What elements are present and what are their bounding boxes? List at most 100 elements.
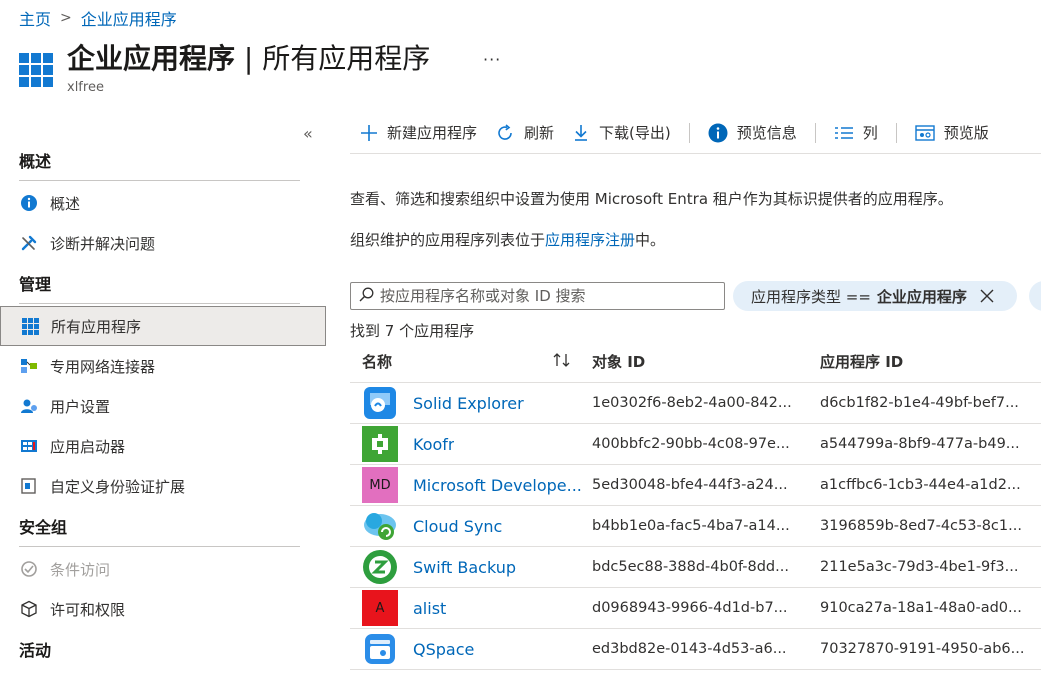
user-settings-icon bbox=[19, 396, 39, 416]
table-header: 名称 对象 ID 应用程序 ID bbox=[350, 341, 1041, 383]
sidebar-group-overview: 概述 bbox=[19, 152, 52, 171]
solid-explorer-logo bbox=[362, 385, 398, 421]
object-id-cell: bdc5ec88-388d-4b0f-8dd... bbox=[592, 559, 789, 575]
result-count: 找到 7 个应用程序 bbox=[350, 322, 475, 340]
app-id-cell: a1cffbc6-1cb3-44e4-a1d2... bbox=[820, 477, 1021, 493]
column-header-app-id[interactable]: 应用程序 ID bbox=[820, 351, 1041, 372]
download-icon bbox=[572, 124, 590, 142]
search-input[interactable] bbox=[380, 287, 700, 305]
table-row[interactable]: Solid Explorer 1e0302f6-8eb2-4a00-842...… bbox=[350, 383, 1041, 424]
table-row[interactable]: Swift Backup bdc5ec88-388d-4b0f-8dd... 2… bbox=[350, 547, 1041, 588]
alist-initial-logo: A bbox=[362, 590, 398, 626]
divider bbox=[19, 180, 300, 181]
qspace-logo bbox=[362, 631, 398, 667]
apps-table: 名称 对象 ID 应用程序 ID Solid Explorer 1e0302f6… bbox=[350, 341, 1041, 670]
table-row[interactable]: MD Microsoft Develope... 5ed30048-bfe4-4… bbox=[350, 465, 1041, 506]
sidebar-item-custom-auth[interactable]: 自定义身份验证扩展 bbox=[0, 466, 326, 506]
search-box bbox=[350, 282, 725, 310]
preview-features-icon bbox=[915, 124, 935, 142]
search-icon bbox=[359, 287, 374, 306]
breadcrumb-home-link[interactable]: 主页 bbox=[19, 6, 51, 30]
app-name-link[interactable]: Koofr bbox=[413, 435, 454, 454]
sidebar-group-manage: 管理 bbox=[19, 275, 52, 294]
download-label: 下载(导出) bbox=[599, 124, 671, 142]
cloud-sync-logo bbox=[362, 508, 398, 544]
table-row[interactable]: Koofr 400bbfc2-90bb-4c08-97e... a544799a… bbox=[350, 424, 1041, 465]
refresh-button[interactable]: 刷新 bbox=[495, 122, 572, 143]
sidebar-item-permissions[interactable]: 许可和权限 bbox=[0, 589, 326, 629]
app-id-cell: d6cb1f82-b1e4-49bf-bef7... bbox=[820, 395, 1019, 411]
download-button[interactable]: 下载(导出) bbox=[572, 122, 689, 143]
table-row[interactable]: A alist d0968943-9966-4d1d-b7... 910ca27… bbox=[350, 588, 1041, 629]
page-description: 查看、筛选和搜索组织中设置为使用 Microsoft Entra 租户作为其标识… bbox=[350, 190, 953, 208]
app-name-link[interactable]: Swift Backup bbox=[413, 558, 516, 577]
sidebar-item-label: 所有应用程序 bbox=[51, 317, 142, 336]
filter-pill-app-type[interactable]: 应用程序类型 == 企业应用程序 bbox=[733, 281, 1017, 311]
columns-button[interactable]: 列 bbox=[834, 122, 896, 143]
sidebar-item-overview[interactable]: 概述 bbox=[0, 183, 326, 223]
info-icon bbox=[708, 123, 728, 143]
page-title: 企业应用程序 | 所有应用程序 bbox=[67, 42, 431, 75]
app-id-cell: 910ca27a-18a1-48a0-ad0... bbox=[820, 600, 1022, 616]
cube-icon bbox=[19, 599, 39, 619]
sidebar-item-conditional-access[interactable]: 条件访问 bbox=[0, 549, 326, 589]
sidebar-item-label: 专用网络连接器 bbox=[50, 357, 156, 376]
app-id-cell: 211e5a3c-79d3-4be1-9f3... bbox=[820, 559, 1019, 575]
toolbar-divider bbox=[814, 122, 816, 143]
wrench-icon bbox=[19, 233, 39, 253]
enterprise-apps-grid-icon bbox=[19, 53, 53, 87]
breadcrumb-current-link[interactable]: 企业应用程序 bbox=[81, 6, 177, 30]
breadcrumb: 主页 > 企业应用程序 bbox=[19, 6, 177, 30]
close-icon[interactable] bbox=[979, 288, 995, 304]
info-icon bbox=[19, 193, 39, 213]
sidebar-item-user-settings[interactable]: 用户设置 bbox=[0, 386, 326, 426]
table-row[interactable]: Cloud Sync b4bb1e0a-fac5-4ba7-a14... 319… bbox=[350, 506, 1041, 547]
object-id-cell: d0968943-9966-4d1d-b7... bbox=[592, 600, 788, 616]
sidebar-item-all-apps[interactable]: 所有应用程序 bbox=[0, 306, 326, 346]
sort-icon[interactable] bbox=[552, 352, 572, 372]
app-registrations-link[interactable]: 应用程序注册 bbox=[545, 231, 635, 249]
app-registrations-note: 组织维护的应用程序列表位于应用程序注册中。 bbox=[350, 229, 665, 250]
app-name-link[interactable]: Microsoft Develope... bbox=[413, 476, 581, 495]
toolbar-divider bbox=[688, 122, 690, 143]
sidebar-item-private-network[interactable]: 专用网络连接器 bbox=[0, 346, 326, 386]
note-suffix: 中。 bbox=[635, 231, 666, 249]
app-name-link[interactable]: Cloud Sync bbox=[413, 517, 502, 536]
table-row[interactable]: QSpace ed3bd82e-0143-4d53-a6... 70327870… bbox=[350, 629, 1041, 670]
divider bbox=[19, 303, 300, 304]
command-bar: 新建应用程序 刷新 下载(导出) 预览信息 列 预览版 bbox=[350, 112, 1041, 154]
grid-icon bbox=[20, 316, 40, 336]
sidebar-item-label: 诊断并解决问题 bbox=[50, 234, 156, 253]
app-name-link[interactable]: alist bbox=[413, 599, 446, 618]
add-filter-pill[interactable] bbox=[1029, 281, 1041, 311]
preview-info-label: 预览信息 bbox=[736, 124, 797, 142]
app-id-cell: a544799a-8bf9-477a-b49... bbox=[820, 436, 1020, 452]
refresh-label: 刷新 bbox=[524, 124, 555, 142]
column-header-object-id[interactable]: 对象 ID bbox=[592, 351, 820, 372]
sidebar-item-label: 概述 bbox=[50, 194, 81, 213]
refresh-icon bbox=[495, 123, 515, 143]
more-options-button[interactable]: ··· bbox=[483, 50, 501, 69]
column-header-name[interactable]: 名称 bbox=[350, 351, 592, 372]
page-header: 企业应用程序 | 所有应用程序 xlfree bbox=[19, 40, 430, 95]
sidebar-item-label: 许可和权限 bbox=[50, 600, 126, 619]
object-id-cell: b4bb1e0a-fac5-4ba7-a14... bbox=[592, 518, 790, 534]
object-id-cell: 400bbfc2-90bb-4c08-97e... bbox=[592, 436, 790, 452]
sidebar-item-app-launcher[interactable]: 应用启动器 bbox=[0, 426, 326, 466]
app-name-link[interactable]: QSpace bbox=[413, 640, 474, 659]
md-initials-logo: MD bbox=[362, 467, 398, 503]
sidebar-item-label: 条件访问 bbox=[50, 560, 111, 579]
toolbar-divider bbox=[895, 122, 897, 143]
filter-label: 应用程序类型 == bbox=[751, 287, 871, 306]
preview-info-button[interactable]: 预览信息 bbox=[708, 122, 815, 143]
chevron-right-icon: > bbox=[60, 10, 72, 26]
swift-backup-logo bbox=[362, 549, 398, 585]
preview-features-button[interactable]: 预览版 bbox=[915, 122, 1007, 143]
new-app-button[interactable]: 新建应用程序 bbox=[350, 122, 495, 143]
header-name-label: 名称 bbox=[362, 353, 393, 371]
sidebar-item-diagnose[interactable]: 诊断并解决问题 bbox=[0, 223, 326, 263]
app-name-link[interactable]: Solid Explorer bbox=[413, 394, 524, 413]
sidebar-item-label: 用户设置 bbox=[50, 397, 111, 416]
app-id-cell: 70327870-9191-4950-ab6... bbox=[820, 641, 1025, 657]
sidebar-item-label: 自定义身份验证扩展 bbox=[50, 477, 186, 496]
